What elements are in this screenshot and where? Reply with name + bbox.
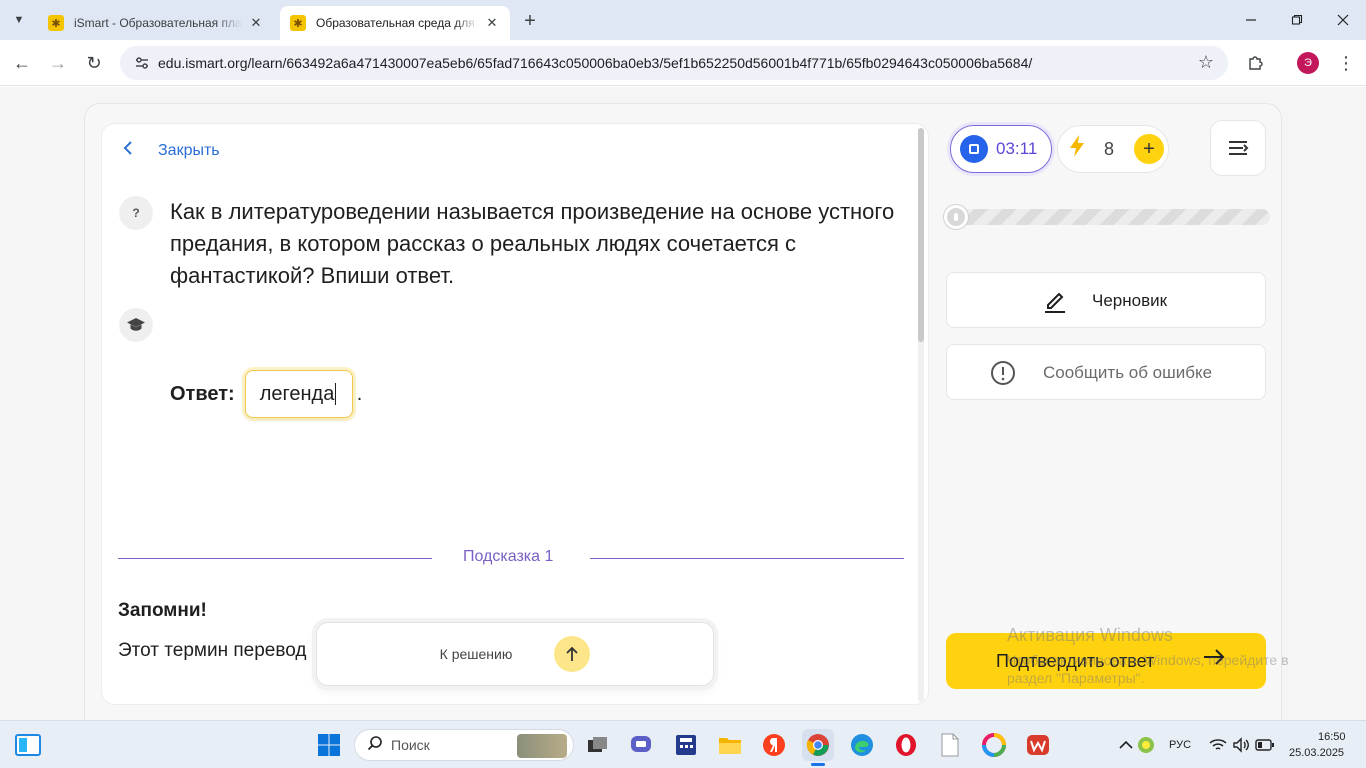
hint-label[interactable]: Подсказка 1 <box>463 548 553 566</box>
search-icon <box>367 735 383 755</box>
browser-menu-icon[interactable]: ⋮ <box>1332 49 1360 77</box>
file-explorer-icon[interactable] <box>714 729 746 761</box>
browser-toolbar: ← → ↻ edu.ismart.org/learn/663492a6a4714… <box>0 40 1366 86</box>
search-highlight-image <box>517 734 567 758</box>
close-link[interactable]: Закрыть <box>122 140 220 161</box>
to-solution-label: К решению <box>439 646 513 662</box>
watermark-subtitle: Чтобы активировать Windows, перейдите в … <box>1007 652 1289 686</box>
browser-tab-bar: ▼ ✱ iSmart - Образовательная платформа ✕… <box>0 0 1366 40</box>
profile-avatar[interactable]: Э <box>1297 52 1319 74</box>
site-info-icon[interactable] <box>132 53 152 73</box>
back-arrow-icon[interactable]: ← <box>8 49 36 77</box>
energy-count: 8 <box>1104 138 1115 159</box>
graduation-cap-icon <box>119 308 153 342</box>
watermark-title: Активация Windows <box>1007 625 1173 645</box>
answer-suffix: . <box>356 382 363 405</box>
hint-line-right <box>590 558 904 559</box>
to-solution-button[interactable]: К решению <box>316 622 714 686</box>
hint-divider[interactable]: Подсказка 1 <box>118 548 904 568</box>
tab-title: Образовательная среда для самостоятельно… <box>316 16 478 30</box>
edge-icon[interactable] <box>846 729 878 761</box>
widgets-icon[interactable] <box>12 729 44 761</box>
page-content: Закрыть ? Как в литературоведении называ… <box>0 87 1366 720</box>
report-error-button[interactable]: Сообщить об ошибке <box>946 344 1266 400</box>
yandex-browser-icon[interactable] <box>758 729 790 761</box>
energy-pill: 8 + <box>1057 125 1169 173</box>
exclamation-circle-icon <box>989 359 1017 387</box>
keyboard-language[interactable]: РУС <box>1169 739 1191 751</box>
progress-knob <box>944 205 968 229</box>
opera-icon[interactable] <box>890 729 922 761</box>
bookmark-star-icon[interactable]: ☆ <box>1198 52 1214 73</box>
lightning-icon <box>1068 134 1090 164</box>
question-badge: ? <box>119 196 153 230</box>
window-close-icon[interactable] <box>1320 0 1366 40</box>
new-tab-plus-icon[interactable]: + <box>518 9 542 33</box>
taskbar-search-placeholder: Поиск <box>391 737 430 753</box>
browser-tab-ismart[interactable]: ✱ iSmart - Образовательная платформа ✕ <box>38 6 274 40</box>
answer-label: Ответ: <box>170 382 235 405</box>
answer-input[interactable]: легенда <box>244 370 353 418</box>
reload-icon[interactable]: ↻ <box>80 49 108 77</box>
url-text: edu.ismart.org/learn/663492a6a471430007e… <box>158 55 1033 71</box>
close-tab-icon[interactable]: ✕ <box>484 15 500 31</box>
add-energy-plus-icon[interactable]: + <box>1134 134 1165 164</box>
wps-office-icon[interactable] <box>1022 729 1054 761</box>
text-caret <box>335 383 337 405</box>
hint-line-left <box>118 558 432 559</box>
forward-arrow-icon[interactable]: → <box>44 49 72 77</box>
browser-tab-learning[interactable]: ✱ Образовательная среда для самостоятель… <box>280 6 510 40</box>
timer-pill[interactable]: 03:11 <box>950 125 1052 173</box>
tab-title: iSmart - Образовательная платформа <box>74 16 242 30</box>
windows-activation-watermark: Активация Windows Чтобы активировать Win… <box>1007 625 1289 686</box>
tab-search-chevron-icon[interactable]: ▼ <box>6 7 32 33</box>
remember-title: Запомни! <box>118 600 207 621</box>
chrome-active-indicator <box>811 763 825 766</box>
timer-value: 03:11 <box>996 139 1038 158</box>
tray-app-icon[interactable] <box>1130 729 1162 761</box>
close-label: Закрыть <box>158 141 220 159</box>
lesson-menu-button[interactable] <box>1210 120 1266 176</box>
draft-button[interactable]: Черновик <box>946 272 1266 328</box>
task-card: Закрыть ? Как в литературоведении называ… <box>101 123 929 705</box>
teams-chat-icon[interactable] <box>626 729 658 761</box>
chevron-left-icon <box>122 140 142 161</box>
extensions-puzzle-icon[interactable] <box>1242 49 1270 77</box>
progress-bar <box>944 205 1270 229</box>
windows-start-icon[interactable] <box>313 729 345 761</box>
window-minimize-icon[interactable] <box>1228 0 1274 40</box>
task-view-icon[interactable] <box>582 729 614 761</box>
address-bar[interactable]: edu.ismart.org/learn/663492a6a471430007e… <box>120 46 1228 80</box>
clock-date[interactable]: 25.03.2025 <box>1289 747 1344 759</box>
taskbar-search-box[interactable]: Поиск <box>354 729 574 761</box>
report-error-label: Сообщить об ошибке <box>1043 363 1213 382</box>
window-restore-icon[interactable] <box>1274 0 1320 40</box>
close-tab-icon[interactable]: ✕ <box>248 15 264 31</box>
task-scrollbar[interactable] <box>918 128 924 702</box>
battery-icon[interactable] <box>1249 729 1281 761</box>
windows-taskbar: Поиск РУС 16:50 25.03.2025 <box>0 720 1366 768</box>
answer-value: легенда <box>259 382 335 405</box>
document-file-icon[interactable] <box>934 729 966 761</box>
clock-time[interactable]: 16:50 <box>1318 731 1346 743</box>
menu-lines-icon <box>1229 141 1249 155</box>
ismart-favicon-icon: ✱ <box>48 15 64 31</box>
arrow-up-icon <box>554 636 591 672</box>
draft-label: Черновик <box>1092 291 1168 310</box>
chrome-icon[interactable] <box>802 729 834 761</box>
stop-timer-icon[interactable] <box>960 135 988 163</box>
answer-row: Ответ: легенда . <box>170 370 362 418</box>
calculator-icon[interactable] <box>670 729 702 761</box>
scrollbar-thumb[interactable] <box>918 128 924 342</box>
pencil-icon <box>1041 287 1069 315</box>
photos-app-icon[interactable] <box>978 729 1010 761</box>
question-text: Как в литературоведении называется произ… <box>170 199 895 288</box>
ismart-favicon-icon: ✱ <box>290 15 306 31</box>
